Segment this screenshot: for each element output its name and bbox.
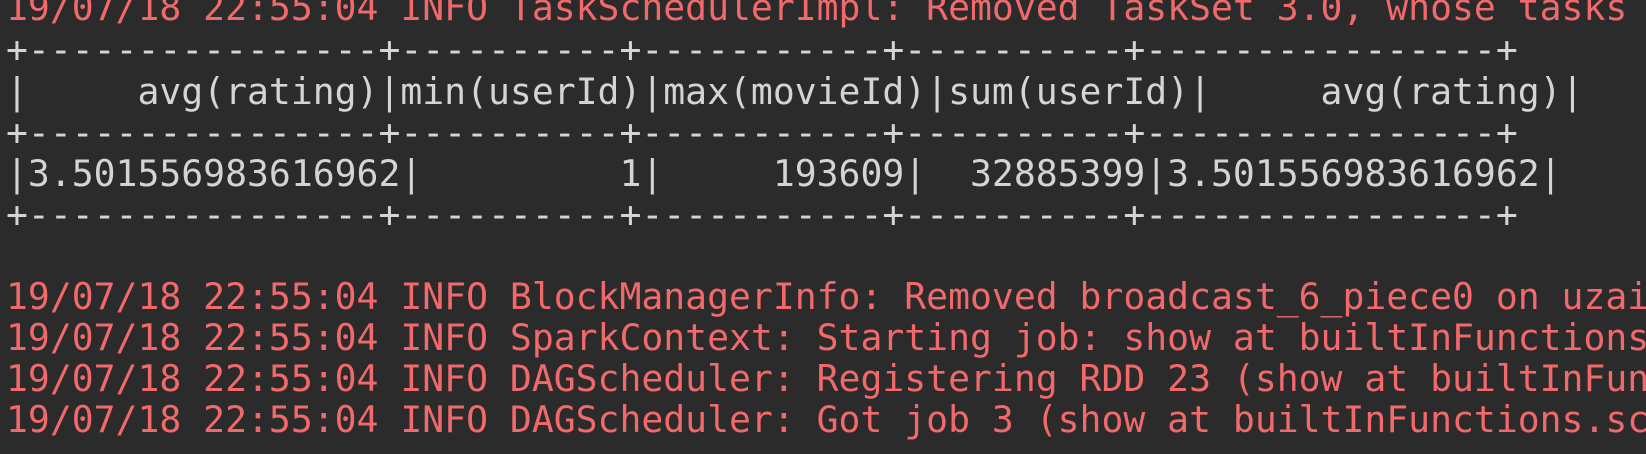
log-line-dagscheduler-job: 19/07/18 22:55:04 INFO DAGScheduler: Got…	[6, 398, 1646, 441]
table-border-mid: +----------------+----------+-----------…	[6, 111, 1518, 154]
table-data-row: |3.501556983616962| 1| 193609| 32885399|…	[6, 152, 1562, 195]
log-line-blockmanager: 19/07/18 22:55:04 INFO BlockManagerInfo:…	[6, 275, 1646, 318]
log-line-dagscheduler-register: 19/07/18 22:55:04 INFO DAGScheduler: Reg…	[6, 357, 1646, 400]
terminal-output: 19/07/18 22:55:04 INFO TaskSchedulerImpl…	[0, 0, 1646, 454]
log-line-tasksetremoved: 19/07/18 22:55:04 INFO TaskSchedulerImpl…	[6, 0, 1628, 29]
table-header-row: | avg(rating)|min(userId)|max(movieId)|s…	[6, 70, 1584, 113]
table-border-top: +----------------+----------+-----------…	[6, 28, 1518, 71]
table-border-bottom: +----------------+----------+-----------…	[6, 193, 1518, 236]
log-line-sparkcontext: 19/07/18 22:55:04 INFO SparkContext: Sta…	[6, 316, 1646, 359]
